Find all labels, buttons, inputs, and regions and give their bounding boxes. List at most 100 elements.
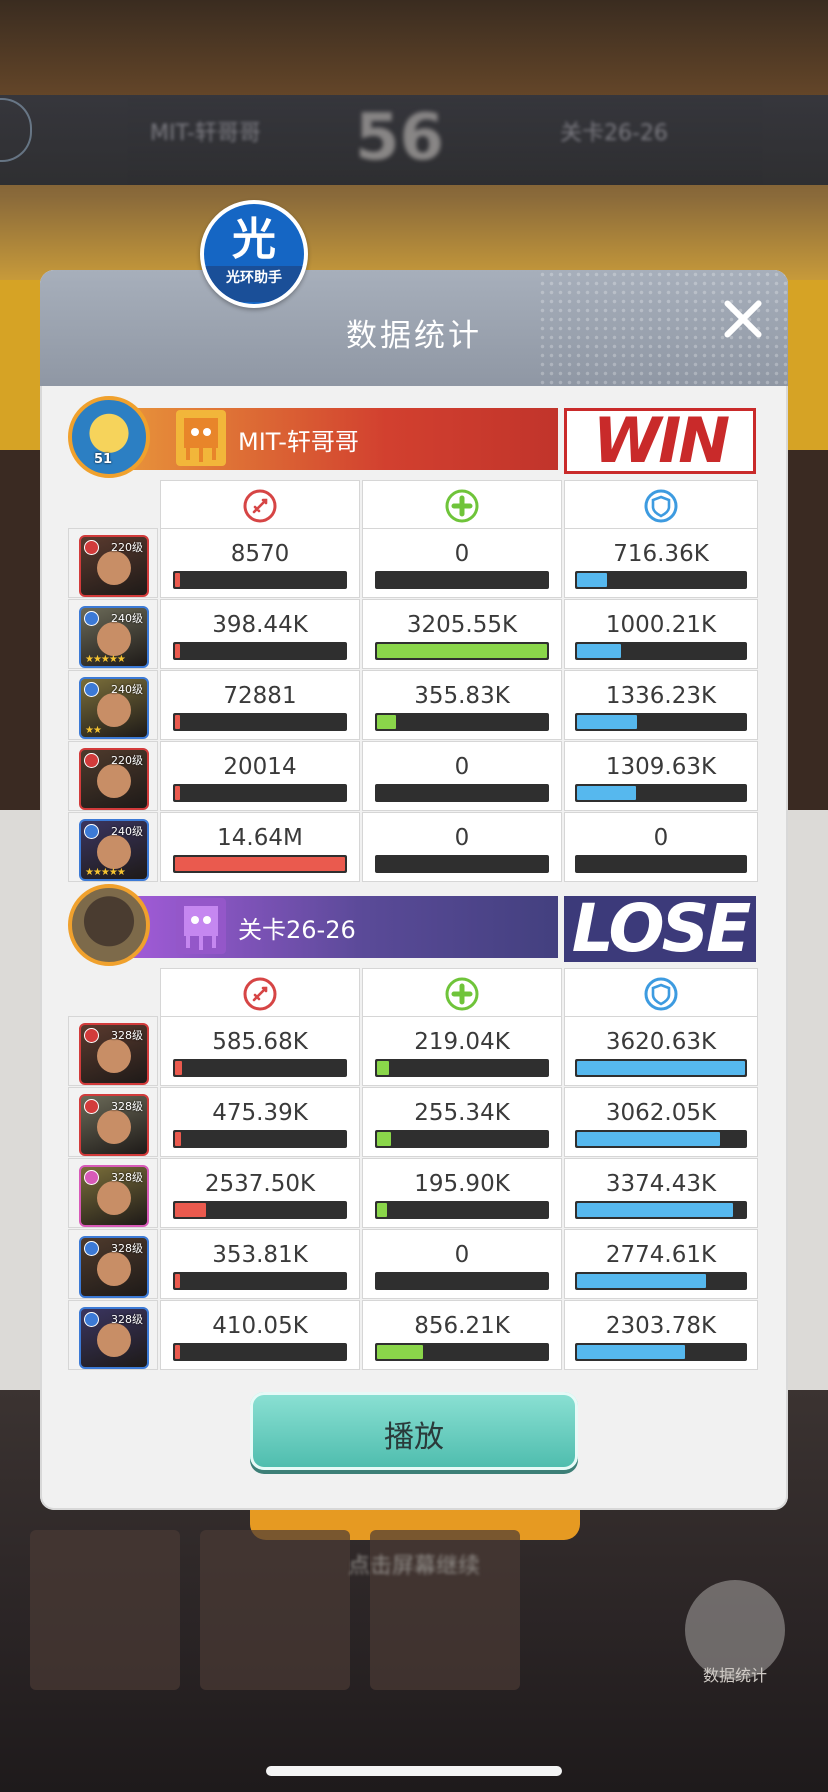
result-badge-lose: LOSE <box>564 896 756 962</box>
damage-cell: 72881 <box>160 670 360 740</box>
close-icon[interactable] <box>718 294 768 344</box>
background-round-number: 56 <box>355 101 445 175</box>
heal-cell: 195.90K <box>362 1158 562 1228</box>
stage-avatar[interactable] <box>68 884 150 966</box>
tank-cell: 1000.21K <box>564 599 758 669</box>
hero-portrait[interactable]: 328级 <box>79 1165 149 1227</box>
team-banner-player: 51 MIT-轩哥哥 WIN <box>68 396 758 478</box>
hero-level: 240级 <box>111 683 143 696</box>
play-button[interactable]: 播放 <box>250 1392 578 1470</box>
tank-value: 3620.63K <box>605 1029 717 1055</box>
damage-bar-fill <box>175 1061 182 1075</box>
hero-cell: 240级 ★★★★★ <box>68 599 158 669</box>
hero-level: 328级 <box>111 1100 143 1113</box>
hero-stats-row: 328级 410.05K 856.21K 2303.78K <box>68 1300 758 1371</box>
tank-bar <box>575 1272 747 1290</box>
team-flag-icon <box>176 410 226 466</box>
heal-cell: 0 <box>362 741 562 811</box>
damage-cell: 353.81K <box>160 1229 360 1299</box>
damage-bar-fill <box>175 644 181 658</box>
hero-stars: ★★ <box>85 725 102 736</box>
hero-cell: 220级 <box>68 528 158 598</box>
continue-hint[interactable]: 点击屏幕继续 <box>0 1548 828 1580</box>
tank-bar-fill <box>577 1061 745 1075</box>
heal-cell: 3205.55K <box>362 599 562 669</box>
tank-value: 1336.23K <box>605 683 717 709</box>
heal-cell: 255.34K <box>362 1087 562 1157</box>
heal-value: 856.21K <box>414 1313 510 1339</box>
heal-bar-fill <box>377 715 396 729</box>
damage-cell: 410.05K <box>160 1300 360 1370</box>
home-indicator <box>266 1766 562 1776</box>
damage-bar <box>173 1201 347 1219</box>
heal-value: 0 <box>454 1242 470 1268</box>
halo-assistant-badge[interactable]: 光 光环助手 <box>200 200 308 308</box>
heal-bar-fill <box>377 1132 391 1146</box>
tank-bar <box>575 571 747 589</box>
hero-portrait[interactable]: 220级 <box>79 748 149 810</box>
modal-header: 数据统计 <box>40 270 788 386</box>
damage-bar <box>173 1059 347 1077</box>
hero-cell: 328级 <box>68 1229 158 1299</box>
damage-cell: 14.64M <box>160 812 360 882</box>
heal-bar-fill <box>377 644 547 658</box>
team-banner-enemy: 关卡26-26 LOSE <box>68 884 758 966</box>
team-name: MIT-轩哥哥 <box>238 428 359 456</box>
damage-bar-fill <box>175 573 181 587</box>
player-level: 51 <box>94 452 113 467</box>
hero-portrait[interactable]: 328级 <box>79 1023 149 1085</box>
stats-modal: 数据统计 51 MIT-轩哥哥 WIN 220级 8570 0 716.36K 240级… <box>40 270 788 1510</box>
hero-portrait[interactable]: 328级 <box>79 1236 149 1298</box>
hero-portrait[interactable]: 220级 <box>79 535 149 597</box>
damage-cell: 20014 <box>160 741 360 811</box>
hero-portrait[interactable]: 328级 <box>79 1307 149 1369</box>
damage-value: 353.81K <box>212 1242 308 1268</box>
hero-stats-row: 240级 ★★★★★ 398.44K 3205.55K 1000.21K <box>68 599 758 670</box>
damage-bar <box>173 1272 347 1290</box>
enemy-stats-table: 328级 585.68K 219.04K 3620.63K 328级 475.39K 255… <box>68 968 758 1371</box>
hero-portrait[interactable]: 240级 ★★★★★ <box>79 606 149 668</box>
heal-value: 0 <box>454 754 470 780</box>
heal-value: 0 <box>454 825 470 851</box>
tank-bar <box>575 1343 747 1361</box>
tank-value: 2303.78K <box>605 1313 717 1339</box>
player-stats-table: 220级 8570 0 716.36K 240级 ★★★★★ 398.44K 3205.55K… <box>68 480 758 883</box>
heal-bar <box>375 784 549 802</box>
hero-stats-row: 240级 ★★★★★ 14.64M 0 0 <box>68 812 758 883</box>
tank-bar-fill <box>577 786 636 800</box>
background-battle-banner: MIT-轩哥哥 56 关卡26-26 <box>0 95 828 185</box>
plus-circle-icon <box>445 977 479 1011</box>
damage-value: 20014 <box>223 754 297 780</box>
damage-bar-fill <box>175 1274 181 1288</box>
hero-portrait[interactable]: 240级 ★★★★★ <box>79 819 149 881</box>
damage-value: 8570 <box>230 541 290 567</box>
tank-bar <box>575 642 747 660</box>
tank-value: 0 <box>653 825 669 851</box>
player-avatar[interactable]: 51 <box>68 396 150 478</box>
tank-value: 716.36K <box>613 541 709 567</box>
assistant-label: 光环助手 <box>226 270 282 286</box>
hero-stars: ★★★★★ <box>85 867 126 878</box>
stats-button-label: 数据统计 <box>702 1666 767 1685</box>
hero-stars: ★★★★★ <box>85 654 126 665</box>
heal-value: 3205.55K <box>406 612 518 638</box>
column-header-tank <box>564 968 758 1018</box>
hero-stats-row: 328级 2537.50K 195.90K 3374.43K <box>68 1158 758 1229</box>
damage-bar-fill <box>175 715 181 729</box>
modal-title: 数据统计 <box>346 318 482 354</box>
hero-portrait[interactable]: 328级 <box>79 1094 149 1156</box>
damage-bar-fill <box>175 1345 181 1359</box>
tank-bar <box>575 1130 747 1148</box>
heal-cell: 0 <box>362 528 562 598</box>
hero-portrait[interactable]: 240级 ★★ <box>79 677 149 739</box>
hero-level: 328级 <box>111 1242 143 1255</box>
damage-cell: 8570 <box>160 528 360 598</box>
heal-bar-fill <box>377 1061 389 1075</box>
faction-icon <box>84 824 99 839</box>
column-header-tank <box>564 480 758 530</box>
plus-circle-icon <box>445 489 479 523</box>
tank-cell: 1309.63K <box>564 741 758 811</box>
tank-value: 3062.05K <box>605 1100 717 1126</box>
tank-cell: 1336.23K <box>564 670 758 740</box>
faction-icon <box>84 1099 99 1114</box>
